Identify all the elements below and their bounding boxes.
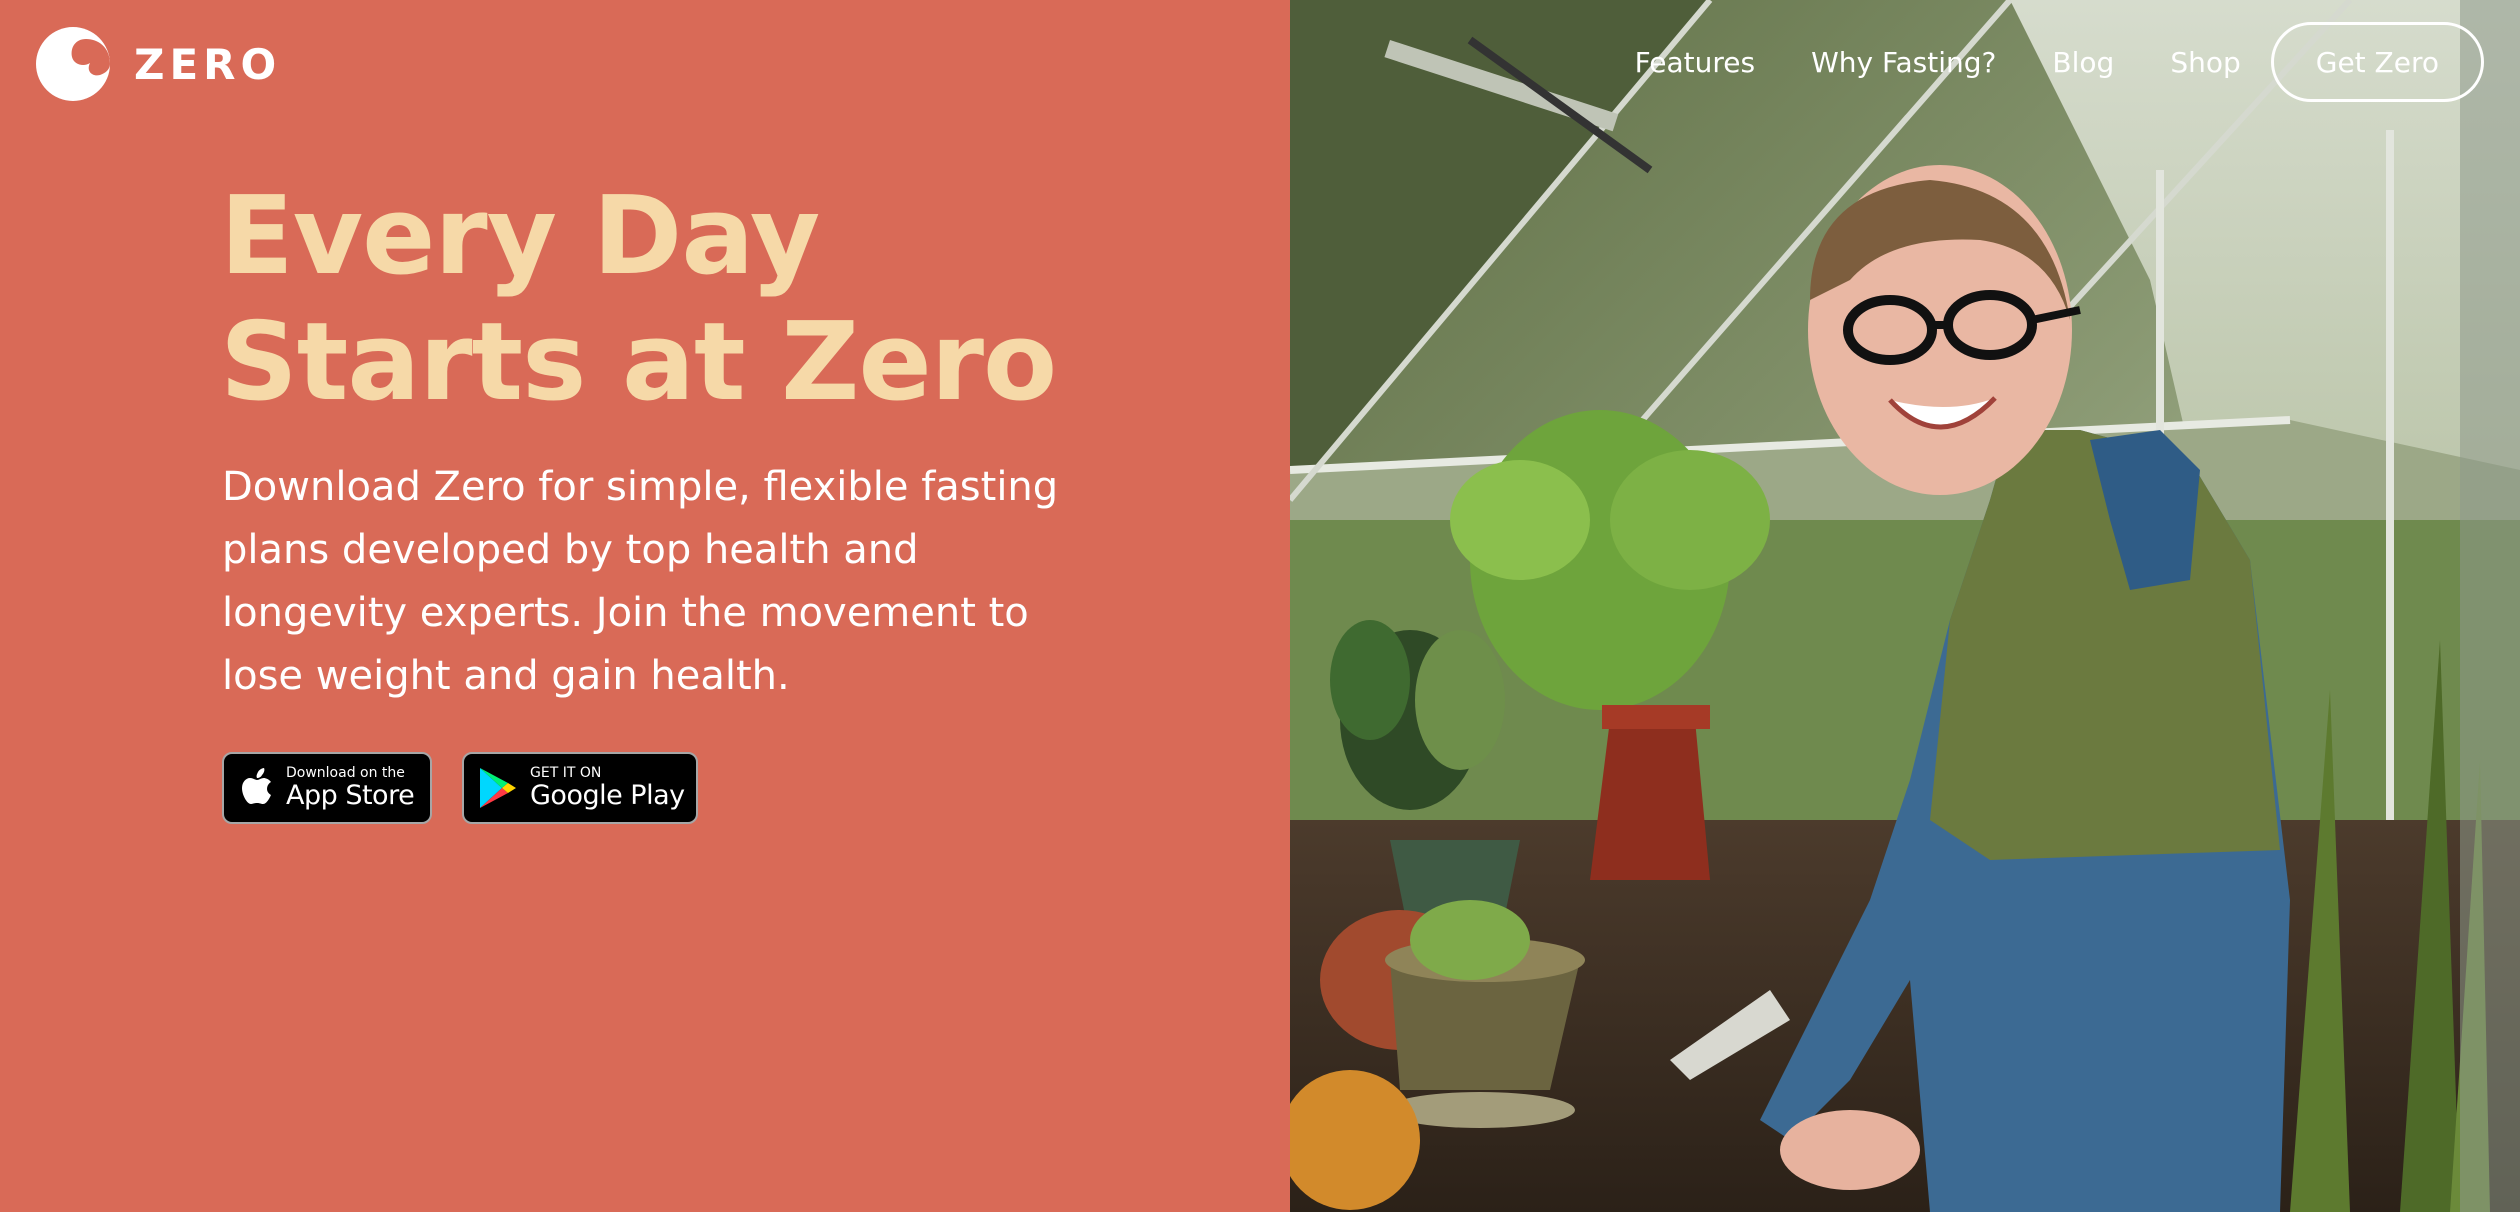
app-badges: Download on the App Store GET IT ON Goog… bbox=[222, 752, 698, 824]
hero-description: Download Zero for simple, flexible fasti… bbox=[222, 464, 1059, 699]
google-play-badge-small-text: GET IT ON bbox=[530, 765, 602, 781]
apple-icon bbox=[240, 768, 274, 808]
top-nav: Features Why Fasting? Blog Shop Get Zero bbox=[1635, 22, 2484, 102]
nav-link-features[interactable]: Features bbox=[1635, 46, 1755, 79]
hero-title-line-1: Every Day bbox=[220, 174, 820, 299]
brand-name: ZERO bbox=[134, 39, 282, 89]
hero-photo bbox=[1290, 0, 2520, 1212]
hero-title: Every Day Starts at Zero bbox=[220, 174, 1057, 426]
google-play-badge[interactable]: GET IT ON Google Play bbox=[462, 752, 698, 824]
nav-link-blog[interactable]: Blog bbox=[2052, 46, 2114, 79]
crescent-wave-logo-icon bbox=[36, 27, 110, 101]
hero-title-line-2: Starts at Zero bbox=[220, 300, 1057, 425]
nav-link-why-fasting[interactable]: Why Fasting? bbox=[1811, 46, 1996, 79]
app-store-badge[interactable]: Download on the App Store bbox=[222, 752, 432, 824]
google-play-icon bbox=[478, 766, 518, 810]
nav-link-shop[interactable]: Shop bbox=[2170, 46, 2240, 79]
get-zero-button[interactable]: Get Zero bbox=[2270, 22, 2484, 102]
logo[interactable]: ZERO bbox=[36, 27, 281, 101]
app-store-badge-label: App Store bbox=[286, 780, 415, 811]
app-store-badge-small-text: Download on the bbox=[286, 765, 405, 781]
google-play-badge-label: Google Play bbox=[530, 780, 685, 811]
